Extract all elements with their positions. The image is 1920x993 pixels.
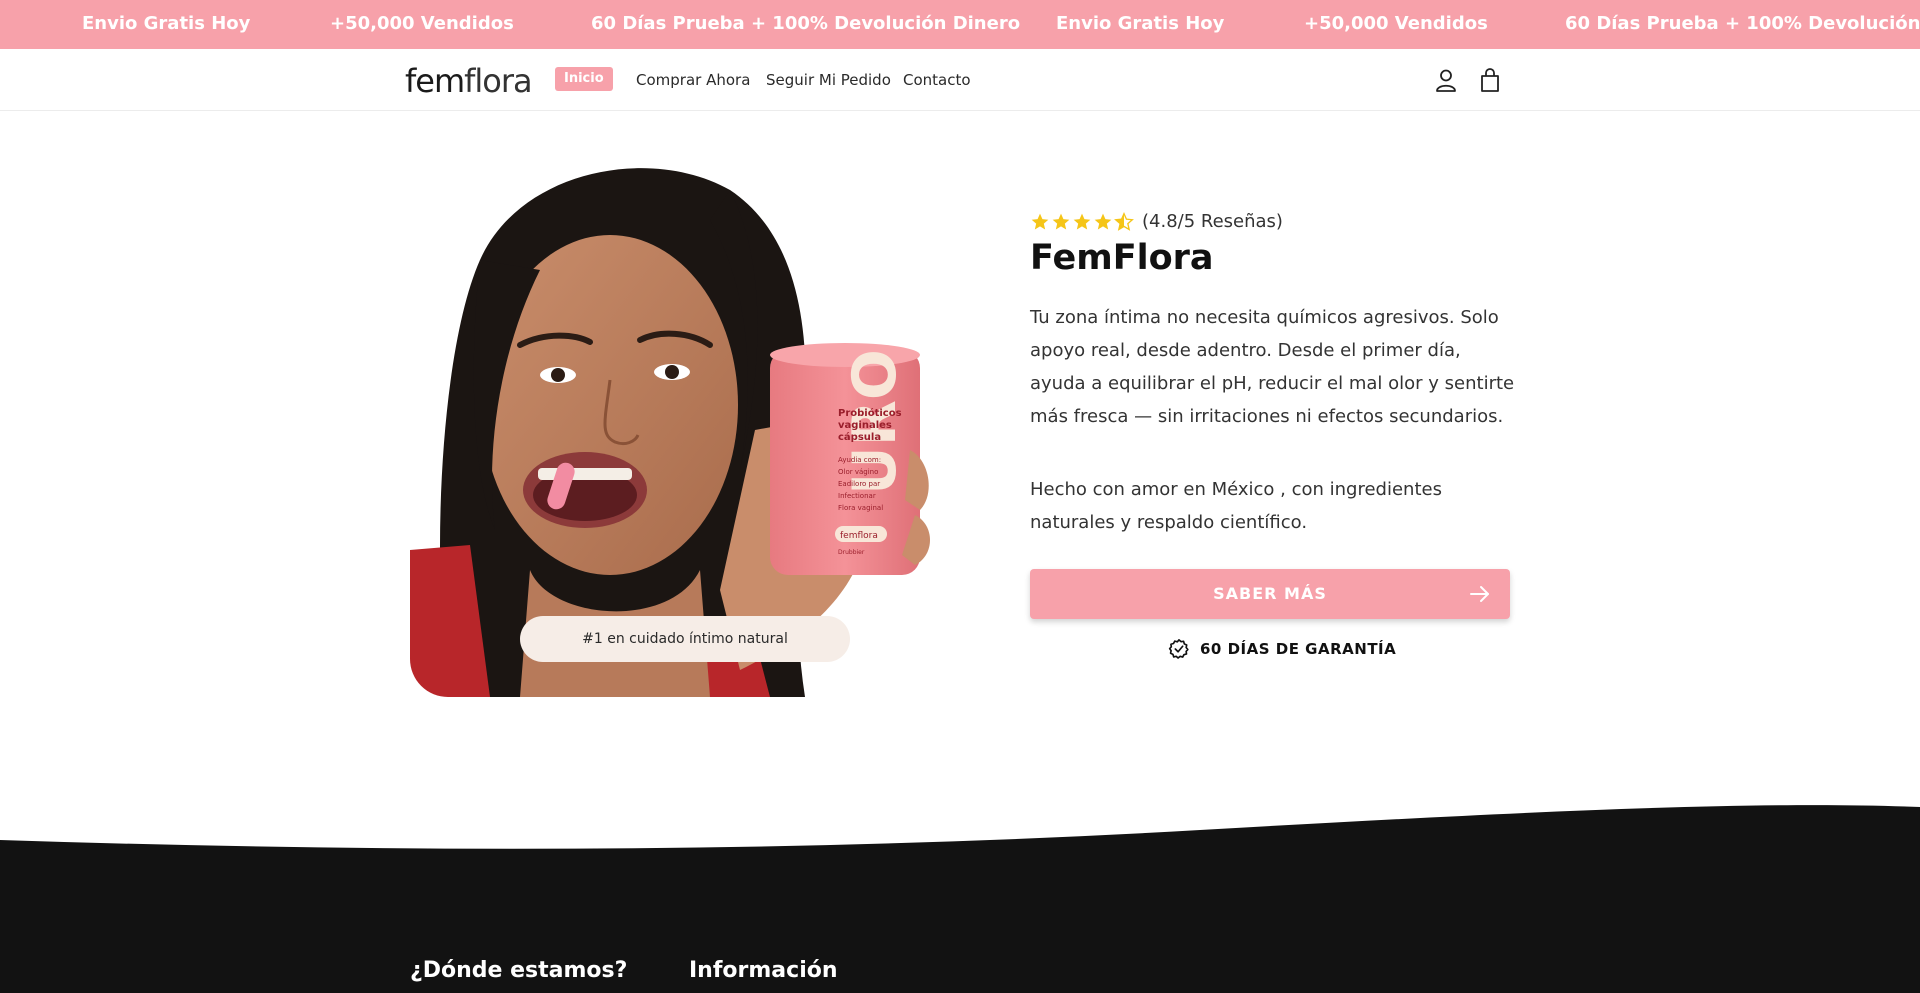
announcement-item: 60 Días Prueba + 100% Devolución Dinero xyxy=(1565,13,1920,34)
star-icon xyxy=(1073,213,1091,229)
nav-inicio[interactable]: Inicio xyxy=(555,67,613,91)
svg-text:vaginales: vaginales xyxy=(838,420,892,431)
logo-part-fem: fem xyxy=(405,62,465,100)
svg-text:Ayudia com:: Ayudia com: xyxy=(838,456,881,464)
product-rating: (4.8/5 Reseñas) xyxy=(1030,211,1283,232)
svg-text:Infectionar: Infectionar xyxy=(838,492,876,500)
footer-heading-location: ¿Dónde estamos? xyxy=(410,958,628,983)
svg-text:femflora: femflora xyxy=(840,531,878,541)
announcement-item: Envio Gratis Hoy xyxy=(82,13,251,34)
site-footer xyxy=(0,850,1920,993)
rating-text: (4.8/5 Reseñas) xyxy=(1142,211,1283,232)
nav-comprar-ahora[interactable]: Comprar Ahora xyxy=(636,71,750,89)
footer-heading-info: Información xyxy=(689,958,838,983)
logo-part-flora: flora xyxy=(464,62,532,100)
star-rating xyxy=(1030,211,1134,232)
svg-text:Eadiloro par: Eadiloro par xyxy=(838,480,880,488)
verified-badge-icon xyxy=(1168,639,1189,659)
svg-text:cápsula: cápsula xyxy=(838,431,881,443)
hero-product-image: URO Probióticos vaginales cápsula Ayudia… xyxy=(410,150,960,697)
product-description: Tu zona íntima no necesita químicos agre… xyxy=(1030,307,1515,427)
cart-icon[interactable] xyxy=(1477,67,1503,93)
footer-wave-divider xyxy=(0,805,1920,855)
nav-seguir-mi-pedido[interactable]: Seguir Mi Pedido xyxy=(766,71,891,89)
hero-image-badge: #1 en cuidado íntimo natural xyxy=(520,616,850,662)
guarantee-badge: 60 DÍAS DE GARANTÍA xyxy=(1168,638,1396,660)
star-icon xyxy=(1094,213,1112,229)
saber-mas-button[interactable]: SABER MÁS xyxy=(1030,569,1510,619)
svg-text:Drubbier: Drubbier xyxy=(838,549,865,556)
announcement-item: Envio Gratis Hoy xyxy=(1056,13,1225,34)
svg-text:Probióticos: Probióticos xyxy=(838,407,902,419)
announcement-item: +50,000 Vendidos xyxy=(330,13,514,34)
half-star-icon xyxy=(1114,211,1134,231)
arrow-right-icon xyxy=(1470,586,1489,602)
account-icon[interactable] xyxy=(1433,67,1459,93)
announcement-bar: Envio Gratis Hoy +50,000 Vendidos 60 Día… xyxy=(0,0,1920,49)
svg-text:Olor vágino: Olor vágino xyxy=(838,468,878,476)
svg-text:Flora vaginal: Flora vaginal xyxy=(838,504,883,512)
site-header: femflora Inicio Comprar Ahora Seguir Mi … xyxy=(0,49,1920,111)
site-logo[interactable]: femflora xyxy=(405,62,533,100)
product-title: FemFlora xyxy=(1030,238,1214,278)
announcement-item: +50,000 Vendidos xyxy=(1304,13,1488,34)
cta-label: SABER MÁS xyxy=(1213,584,1327,603)
guarantee-text: 60 DÍAS DE GARANTÍA xyxy=(1200,640,1397,658)
star-icon xyxy=(1031,213,1049,229)
nav-contacto[interactable]: Contacto xyxy=(903,71,971,89)
product-origin-text: Hecho con amor en México , con ingredien… xyxy=(1030,479,1442,533)
announcement-item: 60 Días Prueba + 100% Devolución Dinero xyxy=(591,13,1021,34)
star-icon xyxy=(1052,213,1070,229)
